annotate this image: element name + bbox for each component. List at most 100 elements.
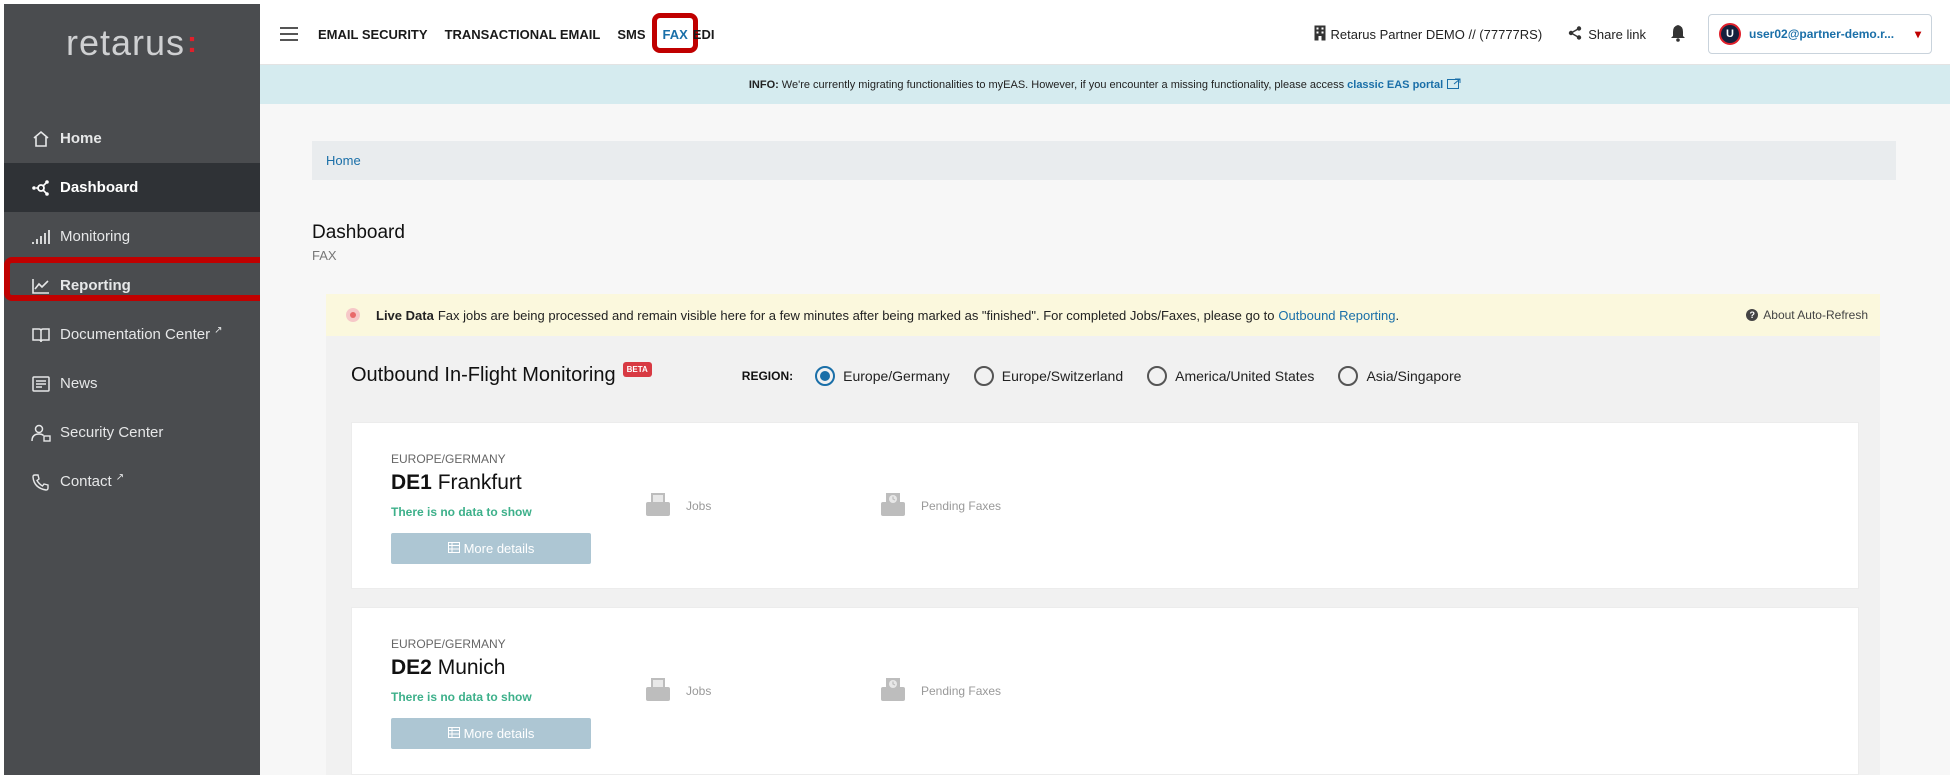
tab-transactional-email[interactable]: TRANSACTIONAL EMAIL <box>445 27 601 42</box>
hamburger-menu-icon[interactable] <box>280 23 298 45</box>
radio-icon <box>1338 365 1359 386</box>
info-text: We're currently migrating functionalitie… <box>781 78 1345 91</box>
fax-highlight-box <box>651 12 698 53</box>
sidebar-item-label: Dashboard <box>60 179 139 196</box>
question-icon: ? <box>1746 309 1759 321</box>
main-content: Home Dashboard FAX Live Data Fax jobs ar… <box>260 104 1950 775</box>
more-details-label: More details <box>463 726 535 741</box>
card-site: DE2 Munich <box>391 656 505 680</box>
sidebar-item-label: Home <box>60 130 102 147</box>
sidebar-item-contact[interactable]: Contact ↗ <box>4 457 260 506</box>
product-tabs: EMAIL SECURITY TRANSACTIONAL EMAIL SMS F… <box>318 12 715 53</box>
classic-eas-link[interactable]: classic EAS portal <box>1347 79 1443 91</box>
live-text-end: . <box>1395 307 1400 323</box>
page-subtitle: FAX <box>312 248 337 263</box>
monitoring-panel: Live Data Fax jobs are being processed a… <box>326 294 1880 775</box>
sidebar-item-home[interactable]: Home <box>4 114 260 163</box>
tenant-selector[interactable]: Retarus Partner DEMO // (77777RS) <box>1314 25 1542 44</box>
region-option-label: America/United States <box>1175 367 1315 384</box>
news-icon <box>30 373 52 395</box>
tenant-label: Retarus Partner DEMO // (77777RS) <box>1330 26 1543 42</box>
bell-icon[interactable] <box>1670 24 1686 45</box>
radio-icon <box>1147 365 1168 386</box>
external-link-icon: ↗ <box>214 325 223 336</box>
share-icon <box>1568 25 1582 43</box>
jobs-stat: Jobs <box>644 675 711 706</box>
radio-selected-icon <box>815 365 836 386</box>
sidebar-item-monitoring[interactable]: Monitoring <box>4 212 260 261</box>
region-radio-america-united-states[interactable]: America/United States <box>1147 365 1315 386</box>
jobs-label: Jobs <box>686 498 712 513</box>
tab-fax[interactable]: FAX <box>651 12 698 53</box>
page-title: Dashboard <box>312 222 405 243</box>
live-text: Fax jobs are being processed and remain … <box>437 307 1275 323</box>
datacenter-card-de2: EUROPE/GERMANY DE2 Munich There is no da… <box>351 607 1859 775</box>
sidebar-item-dashboard[interactable]: Dashboard <box>4 163 260 212</box>
tab-edi[interactable]: EDI <box>693 27 715 42</box>
info-label: INFO: <box>748 78 779 91</box>
sidebar-item-label: Reporting <box>60 277 131 294</box>
about-auto-refresh[interactable]: ? About Auto-Refresh <box>1746 308 1868 322</box>
sidebar-item-news[interactable]: News <box>4 359 260 408</box>
topbar-right: Retarus Partner DEMO // (77777RS) Share … <box>1314 14 1950 54</box>
more-details-button[interactable]: More details <box>391 533 591 564</box>
app: retarus: Home Dashboard Monitoring Repor… <box>0 0 1950 775</box>
sidebar-item-label: Monitoring <box>60 228 131 245</box>
fax-machine-icon <box>644 675 686 706</box>
sidebar-item-security-center[interactable]: Security Center <box>4 408 260 457</box>
pending-faxes-stat: Pending Faxes <box>879 490 1001 521</box>
no-data-message: There is no data to show <box>391 690 532 704</box>
radio-icon <box>973 365 994 386</box>
site-code: DE1 <box>391 471 432 494</box>
book-icon <box>30 324 52 346</box>
fax-pending-icon <box>879 490 921 521</box>
region-radio-europe-switzerland[interactable]: Europe/Switzerland <box>973 365 1124 386</box>
tab-email-security[interactable]: EMAIL SECURITY <box>318 27 428 42</box>
card-region: EUROPE/GERMANY <box>391 637 506 651</box>
breadcrumb-home[interactable]: Home <box>326 153 361 168</box>
table-icon <box>447 541 460 556</box>
phone-icon <box>30 471 52 493</box>
share-link-button[interactable]: Share link <box>1568 25 1646 43</box>
live-data-notice: Live Data Fax jobs are being processed a… <box>326 294 1880 336</box>
sidebar-item-reporting[interactable]: Reporting <box>4 261 260 310</box>
more-details-button[interactable]: More details <box>391 718 591 749</box>
breadcrumb: Home <box>312 141 1896 180</box>
about-label: About Auto-Refresh <box>1763 308 1868 322</box>
pending-faxes-label: Pending Faxes <box>921 498 1002 513</box>
no-data-message: There is no data to show <box>391 505 532 519</box>
beta-badge: BETA <box>622 362 652 377</box>
table-icon <box>447 726 460 741</box>
signal-icon <box>30 226 52 248</box>
region-option-label: Asia/Singapore <box>1366 367 1462 384</box>
site-code: DE2 <box>391 656 432 679</box>
sidebar-item-label: Documentation Center <box>60 326 211 343</box>
fax-machine-icon <box>644 490 686 521</box>
monitoring-title: Outbound In-Flight Monitoring <box>351 364 616 386</box>
live-label: Live Data <box>376 307 434 323</box>
building-icon <box>1314 25 1326 44</box>
datacenter-card-de1: EUROPE/GERMANY DE1 Frankfurt There is no… <box>351 422 1859 589</box>
card-site: DE1 Frankfurt <box>391 471 522 495</box>
outbound-reporting-link[interactable]: Outbound Reporting <box>1278 308 1395 323</box>
live-indicator-icon <box>346 308 360 322</box>
tab-sms[interactable]: SMS <box>617 27 645 42</box>
user-menu-button[interactable]: U user02@partner-demo.r... ▾ <box>1708 14 1932 54</box>
user-email: user02@partner-demo.r... <box>1749 27 1895 41</box>
chevron-down-icon: ▾ <box>1914 27 1921 41</box>
external-link-icon: ↗ <box>115 472 125 483</box>
jobs-stat: Jobs <box>644 490 711 521</box>
sidebar-item-documentation[interactable]: Documentation Center ↗ <box>4 310 260 359</box>
region-radio-europe-germany[interactable]: Europe/Germany <box>815 365 950 386</box>
sidebar-item-label: News <box>60 375 98 392</box>
region-radio-asia-singapore[interactable]: Asia/Singapore <box>1338 365 1462 386</box>
monitoring-header: Outbound In-Flight Monitoring BETA REGIO… <box>351 362 1485 387</box>
region-option-label: Europe/Switzerland <box>1001 367 1124 384</box>
retarus-logo[interactable]: retarus: <box>4 4 260 82</box>
topbar: EMAIL SECURITY TRANSACTIONAL EMAIL SMS F… <box>260 4 1950 65</box>
external-link-icon <box>1447 78 1461 92</box>
share-label: Share link <box>1588 26 1646 42</box>
region-option-label: Europe/Germany <box>843 367 950 384</box>
more-details-label: More details <box>463 541 535 556</box>
fax-pending-icon <box>879 675 921 706</box>
